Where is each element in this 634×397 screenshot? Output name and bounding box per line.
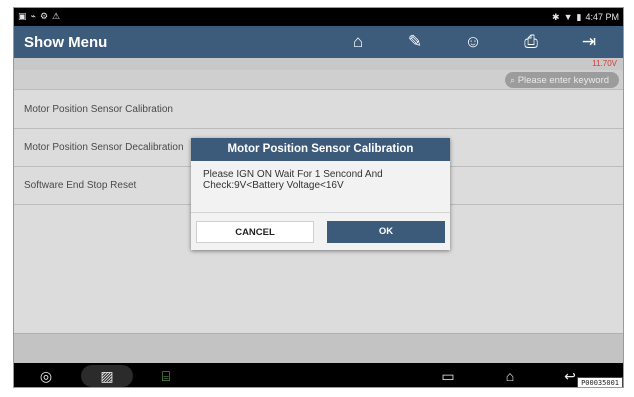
- dialog-title: Motor Position Sensor Calibration: [191, 138, 450, 161]
- cancel-button[interactable]: CANCEL: [196, 221, 314, 243]
- dialog-message-line-2: Check:9V<Battery Voltage<16V: [203, 180, 344, 191]
- exit-icon: ⇥: [581, 32, 597, 51]
- bottom-action-bar: [14, 333, 623, 363]
- warning-icon: ⚠: [52, 11, 61, 21]
- voltage-strip: 11.70V: [14, 58, 623, 70]
- user-button[interactable]: ☺: [453, 29, 493, 55]
- edit-button[interactable]: ✎: [395, 29, 435, 55]
- print-button[interactable]: ⎙: [511, 29, 551, 55]
- vci-icon[interactable]: ⌸: [153, 363, 179, 387]
- status-right-icons: ✱ ▼ ▮ 4:47 PM: [552, 12, 619, 23]
- calibration-dialog: Motor Position Sensor Calibration Please…: [191, 138, 450, 250]
- dialog-message: Please IGN ON Wait For 1 Sencond And Che…: [191, 161, 450, 211]
- clock-time: 4:47 PM: [585, 12, 619, 22]
- home-icon: ⌂: [352, 32, 364, 51]
- navigation-bar: ◎ ▨ ⌸ ▭ ⌂ ↩ P00035001: [14, 363, 623, 387]
- search-strip: ⌕ Please enter keyword: [14, 70, 623, 90]
- settings-icon: ⚙: [39, 11, 49, 21]
- battery-voltage: 11.70V: [592, 59, 617, 68]
- print-icon: ⎙: [524, 32, 538, 51]
- chrome-icon[interactable]: ◎: [32, 363, 60, 387]
- search-input[interactable]: ⌕ Please enter keyword: [505, 72, 619, 88]
- recent-apps-icon[interactable]: ▭: [435, 363, 461, 387]
- reference-code: P00035001: [577, 377, 623, 387]
- signal-icon: ⌁: [30, 11, 36, 21]
- dialog-buttons: CANCEL OK: [191, 212, 450, 250]
- app-header: Show Menu ⌂ ✎ ☺ ⎙ ⇥: [14, 26, 623, 58]
- search-placeholder: Please enter keyword: [517, 75, 610, 86]
- battery-icon: ▮: [576, 12, 582, 22]
- status-left-icons: ▣ ⌁ ⚙ ⚠: [18, 11, 60, 22]
- sim-icon: ▣: [18, 11, 27, 21]
- exit-button[interactable]: ⇥: [569, 29, 609, 55]
- bluetooth-icon: ✱: [552, 12, 560, 22]
- user-icon: ☺: [464, 32, 482, 51]
- gallery-icon[interactable]: ▨: [94, 363, 120, 387]
- ok-button[interactable]: OK: [327, 221, 445, 243]
- menu-item-motor-position-sensor-calibration[interactable]: Motor Position Sensor Calibration: [14, 91, 623, 129]
- search-icon: ⌕: [510, 75, 516, 85]
- tablet-screen: ▣ ⌁ ⚙ ⚠ ✱ ▼ ▮ 4:47 PM Show Menu ⌂ ✎ ☺ ⎙ …: [13, 7, 624, 388]
- page-title: Show Menu: [24, 34, 108, 51]
- home-button[interactable]: ⌂: [338, 29, 378, 55]
- edit-icon: ✎: [407, 32, 423, 51]
- status-bar: ▣ ⌁ ⚙ ⚠ ✱ ▼ ▮ 4:47 PM: [14, 8, 623, 26]
- dialog-message-line-1: Please IGN ON Wait For 1 Sencond And: [203, 169, 383, 180]
- home-nav-icon[interactable]: ⌂: [497, 363, 523, 387]
- wifi-icon: ▼: [563, 12, 573, 22]
